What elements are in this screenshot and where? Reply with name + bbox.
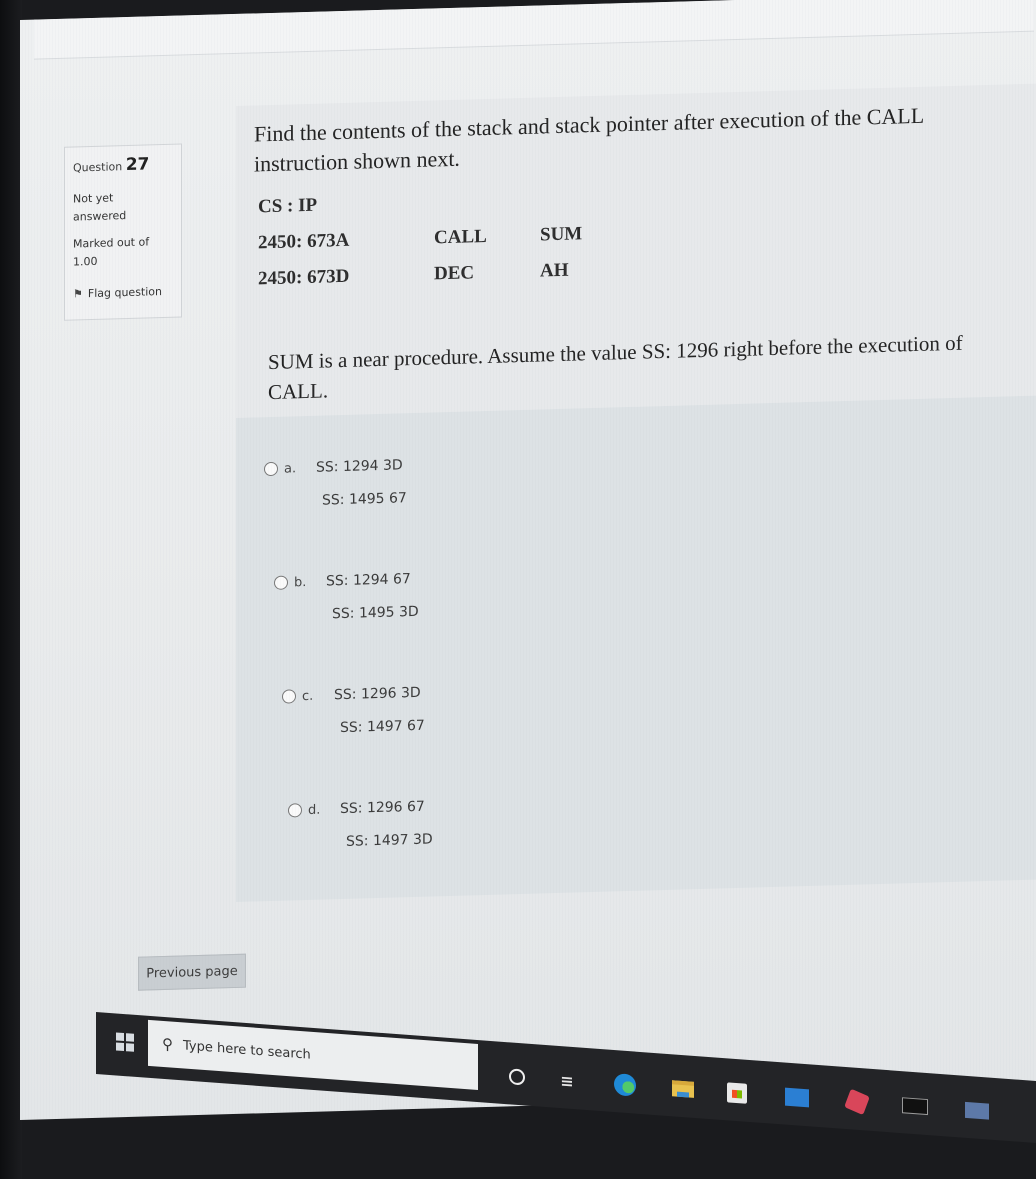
flag-icon: ⚑ bbox=[73, 286, 83, 301]
option-letter: d. bbox=[308, 802, 321, 818]
option-line-2: SS: 1495 67 bbox=[322, 490, 407, 509]
code-cell: DEC bbox=[434, 262, 475, 285]
search-icon: ⚲ bbox=[162, 1034, 173, 1054]
terminal-icon[interactable] bbox=[902, 1093, 928, 1119]
radio-option-d[interactable] bbox=[288, 803, 302, 818]
task-view-icon[interactable]: ≡ bbox=[554, 1068, 580, 1094]
grade-line-2: 1.00 bbox=[73, 254, 98, 269]
question-state: Not yet answered bbox=[73, 188, 173, 226]
edge-icon[interactable] bbox=[612, 1072, 638, 1098]
code-cell: SUM bbox=[540, 223, 583, 246]
app-icon[interactable] bbox=[844, 1088, 870, 1116]
code-cell: CALL bbox=[434, 225, 487, 249]
option-line-2: SS: 1495 3D bbox=[332, 603, 419, 623]
flag-question-label: Flag question bbox=[87, 284, 163, 300]
option-a[interactable]: a. SS: 1294 3D SS: 1495 67 bbox=[264, 457, 407, 510]
mail-icon[interactable] bbox=[784, 1085, 810, 1111]
option-line-2: SS: 1497 67 bbox=[340, 717, 425, 737]
question-assumption: SUM is a near procedure. Assume the valu… bbox=[268, 330, 963, 405]
app-window-icon[interactable] bbox=[964, 1098, 990, 1124]
radio-option-a[interactable] bbox=[264, 461, 278, 477]
option-line-1: SS: 1296 3D bbox=[334, 684, 421, 704]
flag-question-link[interactable]: ⚑ Flag question bbox=[73, 282, 173, 302]
option-d[interactable]: d. SS: 1296 67 SS: 1497 3D bbox=[288, 798, 433, 851]
search-placeholder: Type here to search bbox=[183, 1037, 311, 1063]
start-button[interactable] bbox=[102, 1020, 148, 1063]
code-cell: 2450: 673A bbox=[258, 229, 350, 254]
option-letter: b. bbox=[294, 574, 307, 590]
radio-option-b[interactable] bbox=[274, 575, 288, 590]
code-cell: AH bbox=[540, 259, 569, 282]
screen: Question 27 Not yet answered Marked out … bbox=[20, 0, 1036, 1120]
option-letter: c. bbox=[302, 688, 314, 704]
question-info-panel: Question 27 Not yet answered Marked out … bbox=[64, 143, 182, 321]
file-explorer-icon[interactable] bbox=[670, 1076, 696, 1102]
option-line-1: SS: 1296 67 bbox=[340, 798, 425, 818]
previous-page-button[interactable]: Previous page bbox=[138, 953, 246, 991]
code-cell bbox=[540, 197, 630, 200]
code-cell: 2450: 673D bbox=[258, 265, 350, 290]
question-number: Question 27 bbox=[73, 151, 173, 181]
option-c[interactable]: c. SS: 1296 3D SS: 1497 67 bbox=[282, 685, 425, 738]
question-text: Find the contents of the stack and stack… bbox=[236, 83, 1036, 418]
cortana-icon[interactable] bbox=[504, 1064, 530, 1090]
option-line-2: SS: 1497 3D bbox=[346, 831, 433, 850]
store-icon[interactable] bbox=[724, 1080, 750, 1106]
question-number-value: 27 bbox=[125, 154, 150, 176]
answer-options: a. SS: 1294 3D SS: 1495 67 b. SS: 1294 6… bbox=[236, 395, 1036, 902]
option-letter: a. bbox=[284, 460, 297, 477]
code-table: CS : IP 2450: 673A CALL SUM 2450: 673D D… bbox=[254, 168, 1018, 297]
radio-option-c[interactable] bbox=[282, 689, 296, 704]
code-cell bbox=[434, 199, 540, 202]
question-grade: Marked out of 1.00 bbox=[73, 233, 173, 271]
state-line-2: answered bbox=[73, 208, 127, 224]
question-label: Question bbox=[73, 160, 123, 175]
previous-question-card bbox=[34, 0, 1034, 60]
option-b[interactable]: b. SS: 1294 67 SS: 1495 3D bbox=[274, 571, 419, 624]
question-intro: Find the contents of the stack and stack… bbox=[254, 102, 924, 177]
windows-logo-icon bbox=[116, 1032, 134, 1052]
code-cell: CS : IP bbox=[258, 194, 318, 218]
option-line-1: SS: 1294 67 bbox=[326, 571, 411, 590]
monitor-bezel bbox=[0, 0, 22, 1179]
option-line-1: SS: 1294 3D bbox=[316, 457, 403, 476]
